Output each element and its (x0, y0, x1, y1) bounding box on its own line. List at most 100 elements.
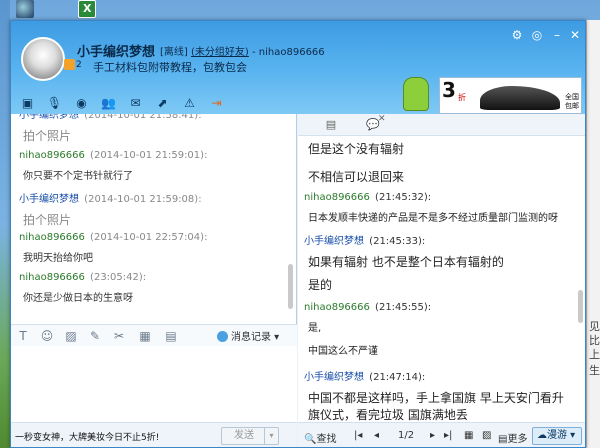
chat-window: 小手编织梦想 [离线] (未分组好友) - nihao896666 2 手工材料… (10, 20, 586, 448)
share-icon[interactable]: ⬈ (152, 95, 173, 112)
message-time: (21:45:32): (371, 192, 432, 203)
send-button[interactable]: 发送 ▾ (221, 427, 279, 445)
message-item: nihao896666 (23:05:42): 你还是少做日本的生意呀 (19, 272, 291, 304)
mail-icon[interactable]: ✉ (125, 95, 146, 112)
message-time: (2014-10-01 21:59:08): (81, 194, 202, 205)
app-icon[interactable]: ▣ (17, 95, 38, 112)
ad-number: 3 (442, 78, 456, 102)
message-item: 小手编织梦想 (2014-10-01 21:58:41): 拍个照片 (19, 114, 291, 144)
message-item: 小手编织梦想 (21:45:33): 如果有辐射 也不是整个日本有辐射的 (304, 232, 574, 270)
voice-icon[interactable]: 🎙 (44, 95, 65, 112)
send-options-icon[interactable]: ▾ (264, 428, 278, 444)
avatar[interactable] (21, 37, 65, 81)
emoji-icon[interactable]: ☺ (39, 328, 55, 344)
message-time: (2014-10-01 21:59:01): (86, 150, 208, 161)
last-page-icon[interactable]: ▸| (444, 430, 452, 441)
mascot-icon[interactable] (403, 77, 429, 111)
contact-name[interactable]: 小手编织梦想 (77, 41, 155, 60)
record-bottom-bar: 🔍查找 |◂ ◂ 1/2 ▸ ▸| ▦ ▨ ▤更多 ☁漫游 ▾ (298, 422, 585, 447)
image-icon[interactable]: ▨ (482, 430, 491, 441)
calendar-icon[interactable]: ▦ (464, 430, 473, 441)
left-bottom-bar: 一秒变女神，大牌美妆今日不止5折! 发送 ▾ (11, 422, 297, 447)
message-header: nihao896666 (23:05:42): (19, 272, 291, 283)
message-history-button[interactable]: 消息记录 ▾ (217, 328, 279, 343)
close-icon[interactable]: ✕ (568, 28, 582, 42)
more-button[interactable]: ▤更多 (498, 430, 527, 445)
search-button[interactable]: 🔍查找 (304, 430, 336, 445)
more-label: 更多 (507, 434, 528, 445)
group-link[interactable]: (未分组好友) (191, 47, 249, 58)
message-header: 小手编织梦想 (21:47:14): (304, 368, 574, 383)
video-icon[interactable]: ◉ (71, 95, 92, 112)
next-page-icon[interactable]: ▸ (430, 430, 435, 441)
scrollbar-thumb[interactable] (288, 264, 293, 309)
record-tabs: ▤ 💬 ✕ (298, 114, 585, 136)
gift-icon[interactable]: ▤ (163, 328, 179, 344)
message-body: 你只要不个定书针就行了 (23, 171, 133, 182)
message-header: nihao896666 (2014-10-01 21:59:01): (19, 150, 291, 161)
send-label: 发送 (234, 430, 254, 441)
group-chat-icon[interactable]: 👥 (98, 95, 119, 112)
message-sender[interactable]: 小手编织梦想 (19, 194, 79, 205)
message-sender[interactable]: 小手编织梦想 (19, 114, 79, 121)
message-sender[interactable]: nihao896666 (19, 150, 85, 161)
message-body: 但是这个没有辐射 (308, 142, 405, 156)
message-item: 不相信可以退回来 (304, 168, 574, 185)
message-time: (21:45:55): (371, 302, 432, 313)
message-item: nihao896666 (21:45:55): 是, (304, 302, 574, 334)
minimize-icon[interactable]: – (550, 28, 564, 42)
record-scrollbar-thumb[interactable] (578, 290, 583, 323)
message-header: nihao896666 (21:45:32): (304, 192, 574, 203)
font-icon[interactable]: T (15, 328, 31, 344)
message-sender[interactable]: nihao896666 (304, 302, 370, 313)
message-time: (23:05:42): (86, 272, 147, 283)
ad-banner[interactable]: 3 折 全国 包邮 (439, 77, 582, 114)
transfer-file-icon[interactable]: ⇥ (206, 95, 227, 112)
message-item: 中国这么不严谨 (304, 342, 574, 357)
message-time: (21:45:33): (366, 236, 426, 247)
calculator-icon[interactable]: ▦ (137, 328, 153, 344)
excel-icon[interactable] (78, 0, 96, 18)
message-sender[interactable]: 小手编织梦想 (304, 372, 364, 383)
remote-icon[interactable]: ⚠ (179, 95, 200, 112)
scissors-icon[interactable]: ✂ (111, 328, 127, 344)
bg-char: 上 (589, 348, 600, 361)
input-toolbar: T ☺ ▨ ✎ ✂ ▦ ▤ 消息记录 ▾ (11, 324, 297, 346)
desktop-app-icon[interactable] (16, 0, 34, 18)
message-body: 是的 (308, 278, 333, 292)
desktop-background (0, 0, 10, 448)
message-header: nihao896666 (2014-10-01 22:57:04): (19, 232, 291, 243)
page-indicator: 1/2 (398, 430, 415, 441)
message-input[interactable] (11, 346, 297, 422)
message-item: 是的 (304, 276, 574, 293)
message-body: 我明天抬给你吧 (23, 253, 93, 264)
history-label: 消息记录 (231, 332, 271, 343)
message-header: 小手编织梦想 (21:45:33): (304, 232, 574, 247)
chat-toolbar: ▣ 🎙 ◉ 👥 ✉ ⬈ ⚠ ⇥ (17, 95, 227, 113)
image-icon[interactable]: ▨ (63, 328, 79, 344)
message-history[interactable]: 小手编织梦想 (2014-10-01 21:58:41): 拍个照片 nihao89… (11, 114, 297, 324)
message-sender[interactable]: nihao896666 (19, 232, 85, 243)
chat-record-list[interactable]: 但是这个没有辐射 不相信可以退回来 nihao896666 (21:45:32): 日… (298, 136, 585, 422)
promo-link[interactable]: 一秒变女神，大牌美妆今日不止5折! (15, 430, 159, 443)
message-sender[interactable]: nihao896666 (304, 192, 370, 203)
message-sender[interactable]: 小手编织梦想 (304, 236, 364, 247)
skin-icon[interactable]: ◎ (530, 28, 544, 42)
shoe-image (480, 86, 560, 110)
message-body: 不相信可以退回来 (308, 170, 405, 184)
first-page-icon[interactable]: |◂ (354, 430, 362, 441)
message-sender[interactable]: nihao896666 (19, 272, 85, 283)
chat-header: 小手编织梦想 [离线] (未分组好友) - nihao896666 2 手工材料… (11, 21, 585, 114)
prev-page-icon[interactable]: ◂ (374, 430, 379, 441)
desktop-icons (16, 0, 116, 20)
message-body: 中国这么不严谨 (308, 346, 378, 357)
message-time: (2014-10-01 21:58:41): (81, 114, 202, 121)
edit-icon[interactable]: ✎ (87, 328, 103, 344)
message-body: 日本发顺丰快递的产品是不是多不经过质量部门监测的呀 (308, 213, 558, 224)
level-number: 2 (76, 60, 82, 70)
message-item: nihao896666 (2014-10-01 21:59:01): 你只要不个定… (19, 150, 291, 182)
gear-icon[interactable]: ⚙ (510, 28, 524, 42)
close-tab-icon[interactable]: ✕ (378, 114, 386, 124)
profile-tab-icon[interactable]: ▤ (322, 117, 340, 133)
roam-button[interactable]: ☁漫游 ▾ (532, 427, 582, 445)
